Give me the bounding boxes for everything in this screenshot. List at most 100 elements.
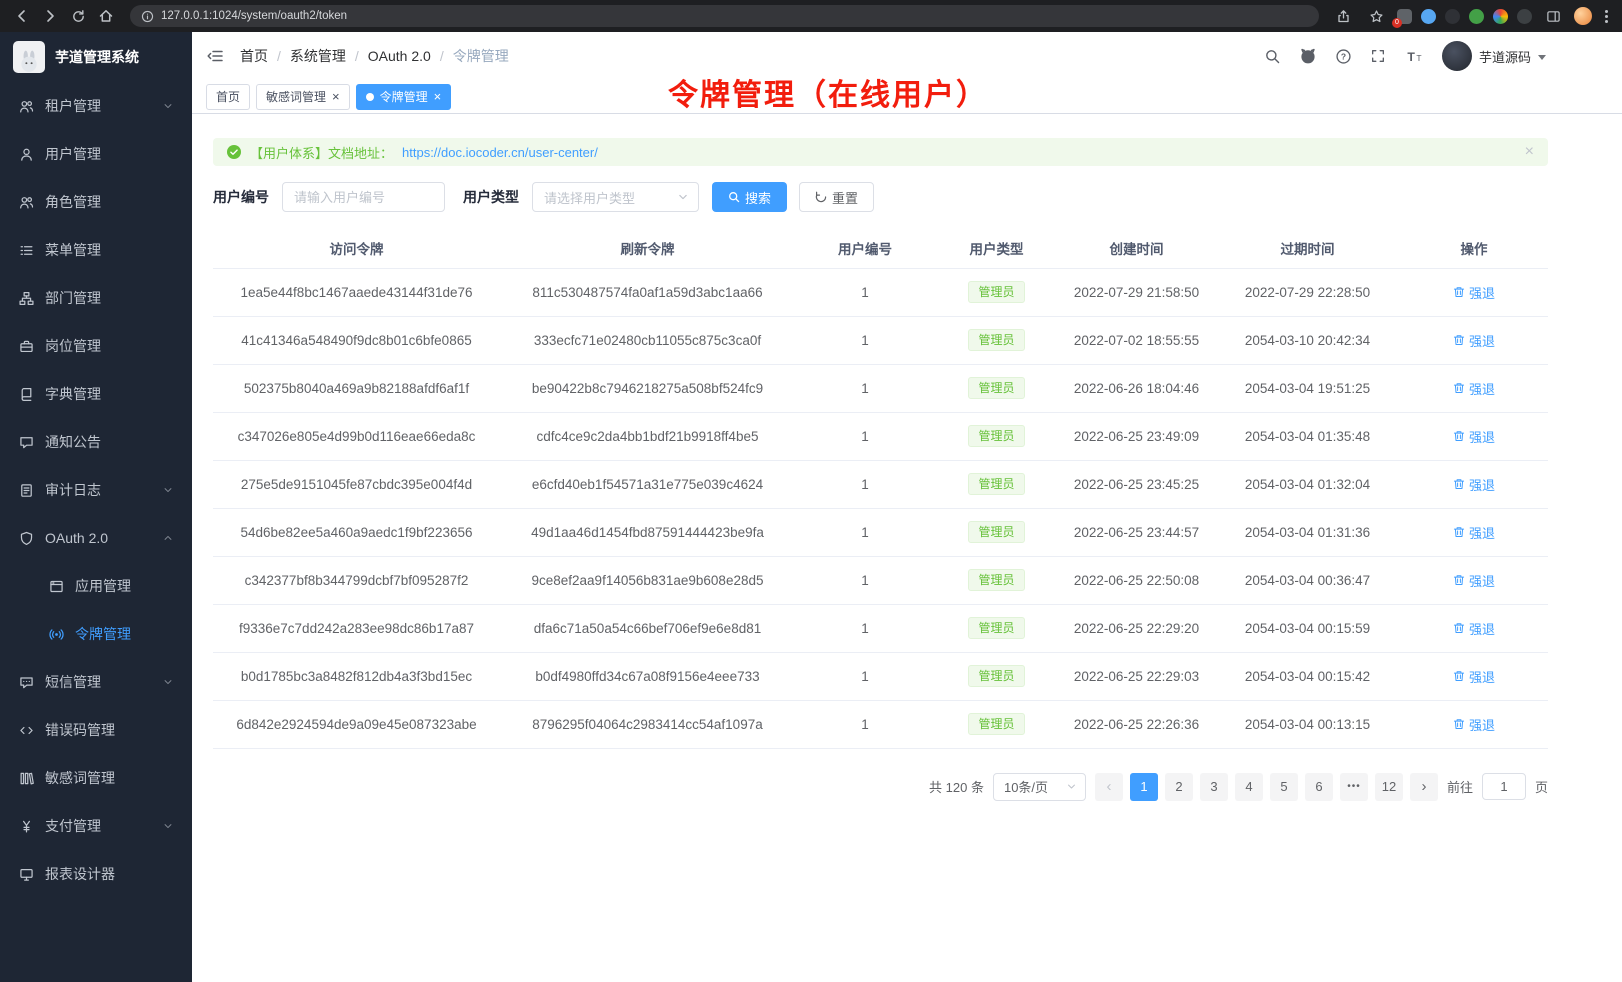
page-button-1[interactable]: 1 [1130,773,1158,801]
tab-sensitive-word[interactable]: 敏感词管理 × [256,84,350,110]
window-icon [48,578,64,594]
create-time-cell: 2022-06-25 22:29:03 [1058,652,1215,700]
extension-icon-6[interactable] [1517,9,1532,24]
total-count: 共 120 条 [929,777,984,796]
create-time-cell: 2022-06-25 23:49:09 [1058,412,1215,460]
expire-time-cell: 2054-03-04 01:32:04 [1215,460,1400,508]
tab-home[interactable]: 首页 [206,84,250,110]
extension-icon-5[interactable] [1493,9,1508,24]
page-button-3[interactable]: 3 [1200,773,1228,801]
sidebar-item-app[interactable]: 应用管理 [0,562,192,610]
collapse-menu-icon[interactable] [206,47,224,65]
page-button-6[interactable]: 6 [1305,773,1333,801]
help-icon[interactable]: ? [1335,48,1352,65]
alert-close-icon[interactable]: × [1525,143,1534,161]
force-logout-button[interactable]: 强退 [1453,715,1495,734]
sidebar-item-notice[interactable]: 通知公告 [0,418,192,466]
breadcrumb-item[interactable]: OAuth 2.0 [368,48,431,64]
back-button[interactable] [10,4,34,28]
page-button-12[interactable]: 12 [1375,773,1403,801]
sidebar-item-error-code[interactable]: 错误码管理 [0,706,192,754]
next-page-button[interactable]: › [1410,773,1438,801]
create-time-cell: 2022-06-25 23:45:25 [1058,460,1215,508]
force-logout-button[interactable]: 强退 [1453,523,1495,542]
bookmark-star-icon[interactable] [1364,4,1388,28]
chevron-down-icon [162,676,174,688]
token-table: 访问令牌刷新令牌用户编号用户类型创建时间过期时间操作 1ea5e44f8bc14… [213,228,1548,749]
reset-button[interactable]: 重置 [799,182,874,212]
refresh-icon [815,191,827,203]
access-token-cell: c342377bf8b344799dcbf7bf095287f2 [213,556,500,604]
share-icon[interactable] [1331,4,1355,28]
chevron-down-icon [1538,55,1546,60]
sidebar-item-sensitive-word[interactable]: 敏感词管理 [0,754,192,802]
breadcrumb-item[interactable]: 令牌管理 [453,46,509,66]
sidebar-item-report-designer[interactable]: 报表设计器 [0,850,192,898]
prev-page-button[interactable]: ‹ [1095,773,1123,801]
url-bar[interactable]: 127.0.0.1:1024/system/oauth2/token [130,5,1319,27]
page-button-5[interactable]: 5 [1270,773,1298,801]
font-size-icon[interactable]: TT [1404,48,1424,65]
search-button[interactable]: 搜索 [712,182,787,212]
sidebar-item-post[interactable]: 岗位管理 [0,322,192,370]
expire-time-cell: 2054-03-04 00:15:59 [1215,604,1400,652]
force-logout-label: 强退 [1469,283,1495,302]
force-logout-button[interactable]: 强退 [1453,283,1495,302]
tab-token[interactable]: 令牌管理× [356,84,452,110]
tab-close-icon[interactable]: × [434,90,442,103]
side-panel-icon[interactable] [1541,4,1565,28]
breadcrumb-item[interactable]: 系统管理 [290,46,346,66]
extension-icon-4[interactable] [1469,9,1484,24]
book-icon [18,386,34,402]
sidebar-item-audit-log[interactable]: 审计日志 [0,466,192,514]
site-info-icon[interactable] [141,10,154,23]
github-icon[interactable] [1299,47,1317,65]
breadcrumb-item[interactable]: 首页 [240,46,268,66]
user-id-input[interactable] [282,182,445,212]
force-logout-label: 强退 [1469,523,1495,542]
app-logo-row[interactable]: 芋道管理系统 [0,32,192,82]
column-header: 创建时间 [1058,228,1215,268]
sidebar-item-menu[interactable]: 菜单管理 [0,226,192,274]
tab-label: 敏感词管理 [266,88,326,105]
page-button-2[interactable]: 2 [1165,773,1193,801]
user-id-cell: 1 [795,364,935,412]
force-logout-button[interactable]: 强退 [1453,427,1495,446]
reload-button[interactable] [66,4,90,28]
force-logout-button[interactable]: 强退 [1453,379,1495,398]
forward-button[interactable] [38,4,62,28]
sidebar-item-pay[interactable]: 支付管理 [0,802,192,850]
home-button[interactable] [94,4,118,28]
page-button-4[interactable]: 4 [1235,773,1263,801]
sidebar-item-tenant[interactable]: 租户管理 [0,82,192,130]
force-logout-button[interactable]: 强退 [1453,475,1495,494]
sidebar-item-oauth2[interactable]: OAuth 2.0 [0,514,192,562]
fullscreen-icon[interactable] [1370,48,1386,64]
user-type-select[interactable]: 请选择用户类型 [532,182,699,212]
force-logout-button[interactable]: 强退 [1453,619,1495,638]
user-menu[interactable]: 芋道源码 [1442,41,1546,71]
page-size-select[interactable]: 10条/页 [993,773,1086,801]
browser-menu-icon[interactable] [1601,10,1612,23]
access-token-cell: b0d1785bc3a8482f812db4a3f3bd15ec [213,652,500,700]
sidebar-item-sms[interactable]: 短信管理 [0,658,192,706]
force-logout-button[interactable]: 强退 [1453,571,1495,590]
extension-icon-2[interactable] [1421,9,1436,24]
tab-close-icon[interactable]: × [332,90,340,103]
sidebar-item-token[interactable]: 令牌管理 [0,610,192,658]
doc-link[interactable]: https://doc.iocoder.cn/user-center/ [402,145,598,160]
browser-profile-avatar[interactable] [1574,7,1592,25]
sidebar-item-dept[interactable]: 部门管理 [0,274,192,322]
extension-icon-3[interactable] [1445,9,1460,24]
page-ellipsis-button[interactable]: ••• [1340,773,1368,801]
force-logout-button[interactable]: 强退 [1453,667,1495,686]
sidebar-item-role[interactable]: 角色管理 [0,178,192,226]
table-row: 6d842e2924594de9a09e45e087323abe8796295f… [213,700,1548,748]
access-token-cell: 1ea5e44f8bc1467aaede43144f31de76 [213,268,500,316]
search-icon[interactable] [1264,48,1281,65]
goto-page-input[interactable] [1482,773,1526,800]
sidebar-item-dict[interactable]: 字典管理 [0,370,192,418]
extension-icon-1[interactable]: 0 [1397,9,1412,24]
sidebar-item-user[interactable]: 用户管理 [0,130,192,178]
force-logout-button[interactable]: 强退 [1453,331,1495,350]
